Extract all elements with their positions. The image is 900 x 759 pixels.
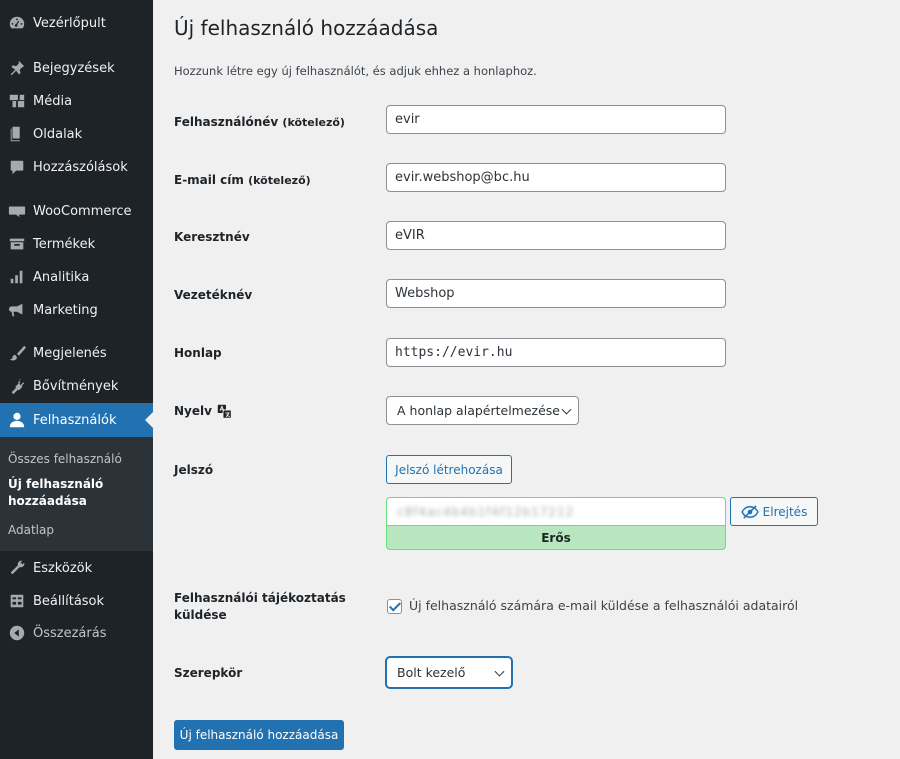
- sidebar-item-label: Oldalak: [33, 126, 83, 142]
- sidebar-item-label: Vezérlőpult: [33, 15, 106, 31]
- sidebar-item-label: Összezárás: [33, 625, 107, 641]
- sidebar-item-label: Analitika: [33, 269, 90, 285]
- sidebar-item-label: Felhasználók: [33, 412, 117, 428]
- role-select[interactable]: Bolt kezelő: [386, 657, 512, 688]
- submenu-add-new-user[interactable]: Új felhasználó hozzáadása: [8, 476, 103, 510]
- main-content: Új felhasználó hozzáadása Hozzunk létre …: [153, 0, 900, 759]
- dashboard-icon: [7, 13, 27, 33]
- sidebar-item-appearance[interactable]: Megjelenés: [0, 336, 153, 370]
- generate-password-button[interactable]: Jelszó létrehozása: [386, 455, 512, 484]
- wrench-icon: [7, 558, 27, 578]
- last-name-label: Vezetéknév: [174, 288, 253, 302]
- language-label: Nyelv: [174, 403, 232, 420]
- page-intro: Hozzunk létre egy új felhasználót, és ad…: [174, 64, 537, 78]
- sidebar-item-users[interactable]: Felhasználók: [0, 403, 153, 437]
- megaphone-icon: [7, 300, 27, 320]
- role-label: Szerepkör: [174, 666, 243, 680]
- sidebar-item-products[interactable]: Termékek: [0, 227, 153, 261]
- sidebar-item-settings[interactable]: Beállítások: [0, 584, 153, 618]
- media-icon: [7, 91, 27, 111]
- first-name-input[interactable]: eVIR: [386, 221, 726, 250]
- sidebar-item-label: Hozzászólások: [33, 159, 128, 175]
- archive-icon: [7, 234, 27, 254]
- email-input[interactable]: evir.webshop@bc.hu: [386, 163, 726, 192]
- sidebar-item-label: Média: [33, 93, 73, 109]
- collapse-icon: [7, 623, 27, 643]
- sidebar-item-marketing[interactable]: Marketing: [0, 293, 153, 327]
- woocommerce-icon: [7, 201, 27, 221]
- submenu-profile[interactable]: Adatlap: [8, 522, 54, 539]
- sidebar-item-label: Megjelenés: [33, 345, 107, 361]
- sidebar-item-comments[interactable]: Hozzászólások: [0, 150, 153, 184]
- first-name-label: Keresztnév: [174, 230, 250, 244]
- website-label: Honlap: [174, 346, 222, 360]
- users-submenu: Összes felhasználó Új felhasználó hozzáa…: [0, 437, 153, 551]
- sidebar-collapse[interactable]: Összezárás: [0, 616, 153, 650]
- sidebar-item-dashboard[interactable]: Vezérlőpult: [0, 6, 153, 40]
- username-label: Felhasználónév (kötelező): [174, 115, 345, 129]
- sidebar-item-plugins[interactable]: Bővítmények: [0, 369, 153, 403]
- bar-chart-icon: [7, 267, 27, 287]
- plug-icon: [7, 376, 27, 396]
- language-select[interactable]: A honlap alapértelmezése: [386, 396, 579, 425]
- page-icon: [7, 124, 27, 144]
- sidebar-item-posts[interactable]: Bejegyzések: [0, 51, 153, 85]
- chevron-down-icon: [561, 404, 572, 415]
- eye-slash-icon: [741, 504, 759, 519]
- notification-label: Felhasználói tájékoztatás küldése: [174, 591, 346, 622]
- website-input[interactable]: https://evir.hu: [386, 338, 726, 367]
- admin-sidebar: Vezérlőpult Bejegyzések Média Oldalak Ho…: [0, 0, 153, 759]
- password-input[interactable]: c8f4ac4b4b1f4f12b17212: [386, 497, 726, 525]
- sidebar-item-label: WooCommerce: [33, 203, 132, 219]
- email-label: E-mail cím (kötelező): [174, 173, 311, 187]
- pin-icon: [7, 58, 27, 78]
- send-notification-label[interactable]: Új felhasználó számára e-mail küldése a …: [409, 598, 798, 613]
- sidebar-item-media[interactable]: Média: [0, 84, 153, 118]
- chevron-down-icon: [494, 666, 505, 677]
- send-notification-checkbox[interactable]: [387, 599, 402, 614]
- comment-icon: [7, 157, 27, 177]
- sidebar-item-woocommerce[interactable]: WooCommerce: [0, 194, 153, 228]
- brush-icon: [7, 343, 27, 363]
- password-value: c8f4ac4b4b1f4f12b17212: [397, 504, 575, 519]
- submenu-all-users[interactable]: Összes felhasználó: [8, 451, 122, 468]
- sidebar-item-label: Beállítások: [33, 593, 105, 609]
- sidebar-item-label: Marketing: [33, 302, 98, 318]
- sidebar-item-label: Bővítmények: [33, 378, 119, 394]
- sidebar-item-tools[interactable]: Eszközök: [0, 551, 153, 585]
- add-new-user-submit-button[interactable]: Új felhasználó hozzáadása: [174, 720, 344, 750]
- username-input[interactable]: evir: [386, 105, 726, 134]
- password-strength-meter: Erős: [386, 525, 726, 550]
- sidebar-item-label: Eszközök: [33, 560, 93, 576]
- translation-icon: [217, 404, 232, 419]
- users-icon: [7, 410, 27, 430]
- sidebar-item-analytics[interactable]: Analitika: [0, 260, 153, 294]
- last-name-input[interactable]: Webshop: [386, 279, 726, 308]
- settings-icon: [7, 591, 27, 611]
- hide-password-button[interactable]: Elrejtés: [730, 497, 818, 526]
- page-title: Új felhasználó hozzáadása: [174, 16, 439, 40]
- password-label: Jelszó: [174, 463, 214, 477]
- sidebar-item-pages[interactable]: Oldalak: [0, 117, 153, 151]
- sidebar-item-label: Termékek: [33, 236, 96, 252]
- sidebar-item-label: Bejegyzések: [33, 60, 115, 76]
